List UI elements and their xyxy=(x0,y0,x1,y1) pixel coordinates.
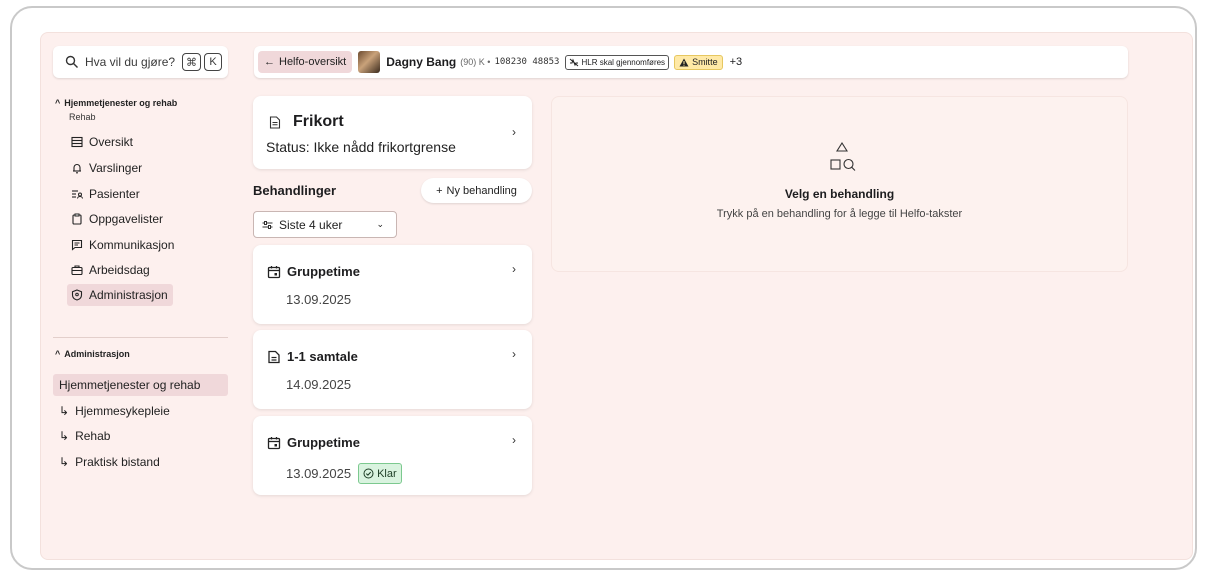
back-label: Helfo-oversikt xyxy=(279,56,347,68)
warning-icon xyxy=(679,58,689,66)
behandling-card[interactable]: Gruppetime 13.09.2025 › xyxy=(253,245,532,324)
document-icon xyxy=(268,350,280,363)
nav-item-kommunikasjon[interactable]: Kommunikasjon xyxy=(67,234,212,256)
tree-item-hjemmetjenester[interactable]: Hjemmetjenester og rehab xyxy=(53,374,228,396)
search-icon xyxy=(65,55,78,68)
no-resuscitation-icon xyxy=(570,58,579,66)
nav-item-varslinger[interactable]: Varslinger xyxy=(67,157,212,179)
hlr-tag[interactable]: HLR skal gjennomføres xyxy=(565,54,670,70)
app-window: Hva vil du gjøre? ⌘ K ^ Hjemmetjenester … xyxy=(40,32,1193,560)
nav-label: Kommunikasjon xyxy=(89,238,175,252)
back-button[interactable]: ← Helfo-oversikt xyxy=(258,51,353,73)
status-badge-label: Klar xyxy=(377,467,397,480)
smitte-tag-label: Smitte xyxy=(692,57,718,67)
nav-label: Pasienter xyxy=(89,187,140,201)
section-administrasjon-header[interactable]: ^ Administrasjon xyxy=(55,349,130,359)
behandling-date: 13.09.2025 xyxy=(286,292,352,307)
chevron-up-icon: ^ xyxy=(55,98,61,108)
patient-header-bar: ← Helfo-oversikt Dagny Bang (90) K • 108… xyxy=(254,46,1128,78)
nav-item-administrasjon[interactable]: Administrasjon xyxy=(67,284,173,306)
check-circle-icon xyxy=(363,468,374,479)
empty-state-heading: Velg en behandling xyxy=(784,187,895,201)
tree-item-praktisk-bistand[interactable]: ↳ Praktisk bistand xyxy=(53,451,228,473)
tree-label: Praktisk bistand xyxy=(75,455,160,469)
child-arrow-icon: ↳ xyxy=(59,404,70,418)
sidebar-divider xyxy=(53,337,228,338)
search-placeholder: Hva vil du gjøre? xyxy=(85,55,176,69)
frikort-status: Status: Ikke nådd frikortgrense xyxy=(266,139,456,155)
nav-label: Administrasjon xyxy=(89,288,168,302)
search-bar[interactable]: Hva vil du gjøre? ⌘ K xyxy=(53,46,228,78)
behandling-date: 13.09.2025 xyxy=(286,466,352,481)
empty-state-panel: Velg en behandling Trykk på en behandlin… xyxy=(551,96,1128,272)
shortcut-cmd-key: ⌘ xyxy=(182,53,201,71)
nav-item-oppgavelister[interactable]: Oppgavelister xyxy=(67,208,212,230)
behandling-card[interactable]: 1-1 samtale 14.09.2025 › xyxy=(253,330,532,409)
device-frame: Hva vil du gjøre? ⌘ K ^ Hjemmetjenester … xyxy=(10,6,1197,570)
chevron-down-icon: ⌄ xyxy=(376,219,384,229)
briefcase-icon xyxy=(71,265,83,276)
status-badge: Klar xyxy=(358,463,402,484)
bell-icon xyxy=(73,164,81,174)
arrow-left-icon: ← xyxy=(264,56,275,68)
list-icon xyxy=(71,136,83,148)
child-arrow-icon: ↳ xyxy=(59,429,70,443)
document-icon xyxy=(269,115,281,129)
tree-item-rehab[interactable]: ↳ Rehab xyxy=(53,425,228,447)
patient-meta: (90) K • xyxy=(460,57,491,67)
nav-item-pasienter[interactable]: Pasienter xyxy=(67,183,212,205)
shortcut-k-key: K xyxy=(204,53,222,71)
nav-label: Oversikt xyxy=(89,135,134,149)
nav-label: Oppgavelister xyxy=(89,212,164,226)
shapes-icon xyxy=(830,141,856,171)
behandling-title: 1-1 samtale xyxy=(287,349,358,364)
nav-item-oversikt[interactable]: Oversikt xyxy=(67,131,212,153)
sliders-icon xyxy=(262,220,273,229)
period-filter-value: Siste 4 uker xyxy=(279,217,343,232)
chevron-right-icon: › xyxy=(512,433,516,447)
shield-icon xyxy=(71,289,83,301)
smitte-tag[interactable]: Smitte xyxy=(674,54,723,70)
section-hjemmetjenester-header[interactable]: ^ Hjemmetjenester og rehab xyxy=(55,98,177,108)
calendar-icon xyxy=(267,436,281,449)
chevron-right-icon: › xyxy=(512,262,516,276)
tree-label: Rehab xyxy=(75,429,111,443)
chevron-right-icon: › xyxy=(512,347,516,361)
section-title: Hjemmetjenester og rehab xyxy=(64,98,178,108)
frikort-card[interactable]: Frikort Status: Ikke nådd frikortgrense … xyxy=(253,96,532,169)
tree-label: Hjemmesykepleie xyxy=(75,404,170,418)
more-tags[interactable]: +3 xyxy=(730,56,743,68)
tree-item-hjemmesykepleie[interactable]: ↳ Hjemmesykepleie xyxy=(53,400,228,422)
chevron-up-icon: ^ xyxy=(55,349,61,359)
empty-state-text: Trykk på en behandling for å legge til H… xyxy=(716,208,963,220)
behandlinger-title: Behandlinger xyxy=(253,183,337,198)
new-behandling-button[interactable]: + Ny behandling xyxy=(421,178,532,203)
behandling-card[interactable]: Gruppetime 13.09.2025 Klar › xyxy=(253,416,532,495)
frikort-title: Frikort xyxy=(293,113,344,130)
clipboard-icon xyxy=(72,213,82,225)
hlr-tag-label: HLR skal gjennomføres xyxy=(581,57,666,67)
tree-label: Hjemmetjenester og rehab xyxy=(59,378,201,392)
period-filter-select[interactable]: Siste 4 uker ⌄ xyxy=(253,211,397,238)
behandling-title: Gruppetime xyxy=(287,435,360,450)
child-arrow-icon: ↳ xyxy=(59,455,70,469)
patient-id: 108230 48853 xyxy=(494,57,560,67)
patients-icon xyxy=(72,190,83,199)
nav-item-arbeidsdag[interactable]: Arbeidsdag xyxy=(67,259,212,281)
patient-avatar[interactable] xyxy=(358,51,381,73)
calendar-icon xyxy=(267,265,281,278)
plus-icon: + xyxy=(436,184,443,197)
section-subtitle: Rehab xyxy=(69,112,96,122)
chevron-right-icon: › xyxy=(512,125,516,139)
nav-label: Arbeidsdag xyxy=(89,263,150,277)
new-behandling-label: Ny behandling xyxy=(446,184,517,197)
behandling-title: Gruppetime xyxy=(287,264,360,279)
section-title: Administrasjon xyxy=(64,349,130,359)
patient-name[interactable]: Dagny Bang xyxy=(386,55,456,69)
message-icon xyxy=(71,239,83,251)
behandling-date: 14.09.2025 xyxy=(286,377,352,392)
nav-label: Varslinger xyxy=(89,161,143,175)
